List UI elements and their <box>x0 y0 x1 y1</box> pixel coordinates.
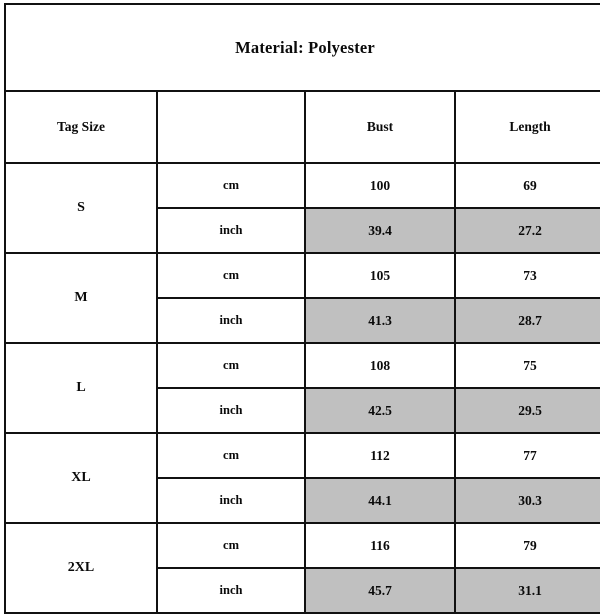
bust-value-2xl-inch: 45.7 <box>304 567 456 614</box>
size-chart-sheet: Material: Polyester Tag Size Bust Length… <box>0 0 600 614</box>
table-row: XL cm 112 77 <box>4 432 600 524</box>
unit-label-cm: cm <box>156 252 306 299</box>
column-header-unit <box>156 90 306 164</box>
bust-value-m-inch: 41.3 <box>304 297 456 344</box>
bust-value-2xl-cm: 116 <box>304 522 456 569</box>
header-row: Tag Size Bust Length <box>4 90 600 164</box>
length-value-2xl-cm: 79 <box>453 522 600 569</box>
unit-label-inch: inch <box>156 387 306 434</box>
length-value-l-cm: 75 <box>453 342 600 389</box>
table-row: M cm 105 73 <box>4 252 600 344</box>
unit-label-cm: cm <box>156 342 306 389</box>
table-row: L cm 108 75 <box>4 342 600 434</box>
unit-label-inch: inch <box>156 207 306 254</box>
unit-label-inch: inch <box>156 297 306 344</box>
column-header-tag-size: Tag Size <box>4 90 158 164</box>
unit-label-cm: cm <box>156 162 306 209</box>
bust-value-xl-inch: 44.1 <box>304 477 456 524</box>
length-value-m-inch: 28.7 <box>453 297 600 344</box>
length-value-2xl-inch: 31.1 <box>453 567 600 614</box>
size-label-xl: XL <box>4 432 158 524</box>
length-value-xl-cm: 77 <box>453 432 600 479</box>
column-header-length: Length <box>453 90 600 164</box>
unit-label-cm: cm <box>156 432 306 479</box>
table-row: 2XL cm 116 79 <box>4 522 600 614</box>
column-header-bust: Bust <box>304 90 456 164</box>
size-chart-table: Material: Polyester Tag Size Bust Length… <box>3 3 600 614</box>
length-value-s-cm: 69 <box>453 162 600 209</box>
unit-label-cm: cm <box>156 522 306 569</box>
length-value-s-inch: 27.2 <box>453 207 600 254</box>
table-row: S cm 100 69 <box>4 162 600 254</box>
title-row: Material: Polyester <box>3 3 600 92</box>
length-value-m-cm: 73 <box>453 252 600 299</box>
length-value-l-inch: 29.5 <box>453 387 600 434</box>
material-title: Material: Polyester <box>3 3 600 92</box>
bust-value-m-cm: 105 <box>304 252 456 299</box>
bust-value-s-cm: 100 <box>304 162 456 209</box>
length-value-xl-inch: 30.3 <box>453 477 600 524</box>
bust-value-l-inch: 42.5 <box>304 387 456 434</box>
size-label-m: M <box>4 252 158 344</box>
bust-value-s-inch: 39.4 <box>304 207 456 254</box>
bust-value-l-cm: 108 <box>304 342 456 389</box>
bust-value-xl-cm: 112 <box>304 432 456 479</box>
unit-label-inch: inch <box>156 477 306 524</box>
size-label-s: S <box>4 162 158 254</box>
unit-label-inch: inch <box>156 567 306 614</box>
size-chart-body: Material: Polyester Tag Size Bust Length… <box>3 3 600 614</box>
size-label-l: L <box>4 342 158 434</box>
